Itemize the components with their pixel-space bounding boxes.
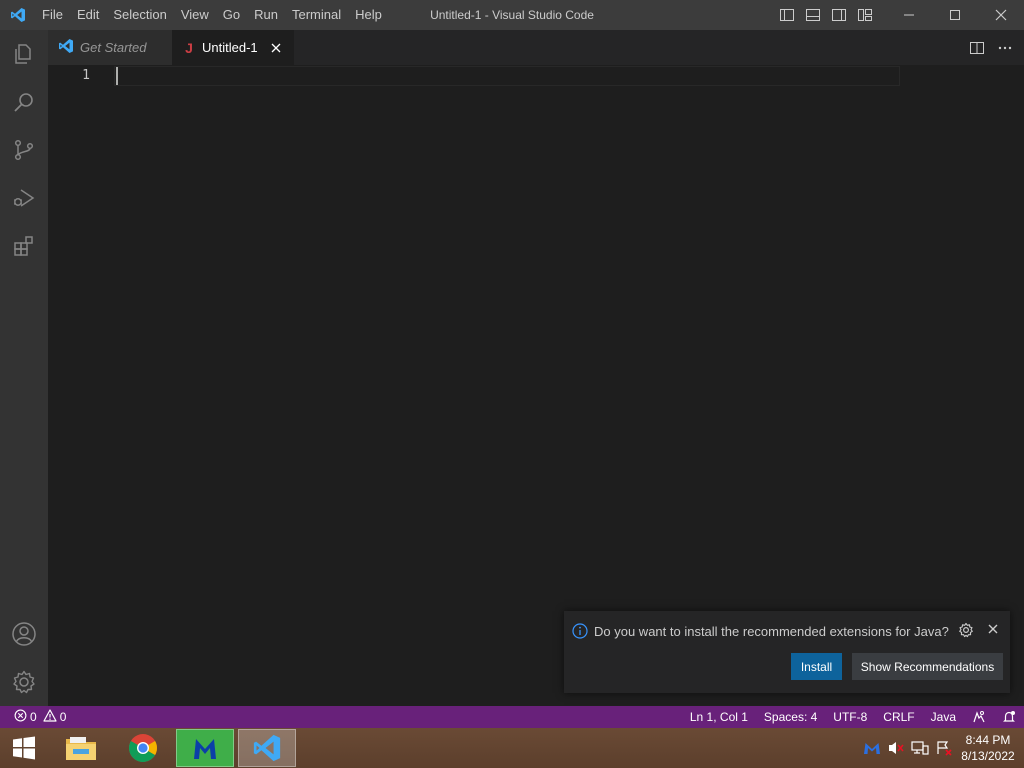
more-actions-icon[interactable] <box>994 37 1016 59</box>
menu-view[interactable]: View <box>174 0 216 30</box>
maximize-icon[interactable] <box>932 0 978 30</box>
tab-label: Untitled-1 <box>202 40 258 55</box>
clock-time: 8:44 PM <box>965 733 1011 747</box>
toggle-panel-icon[interactable] <box>800 0 826 30</box>
encoding[interactable]: UTF-8 <box>825 706 875 728</box>
search-icon[interactable] <box>0 78 48 126</box>
vscode-logo-icon <box>58 38 74 57</box>
warning-count: 0 <box>59 710 67 724</box>
title-bar: File Edit Selection View Go Run Terminal… <box>0 0 1024 30</box>
settings-gear-icon[interactable] <box>0 658 48 706</box>
indentation[interactable]: Spaces: 4 <box>756 706 825 728</box>
install-button[interactable]: Install <box>791 653 842 680</box>
customize-layout-icon[interactable] <box>852 0 878 30</box>
run-debug-icon[interactable] <box>0 174 48 222</box>
notifications-bell-icon[interactable] <box>994 706 1024 728</box>
action-center-flag-icon[interactable] <box>932 728 956 768</box>
volume-muted-icon[interactable] <box>884 728 908 768</box>
taskbar-clock[interactable]: 8:44 PM 8/13/2022 <box>956 732 1020 764</box>
explorer-icon[interactable] <box>0 30 48 78</box>
menu-terminal[interactable]: Terminal <box>285 0 348 30</box>
current-line-highlight <box>114 66 900 86</box>
clock-date: 8/13/2022 <box>961 749 1015 763</box>
warning-icon <box>43 709 57 725</box>
close-icon[interactable] <box>268 40 284 56</box>
close-icon[interactable] <box>986 622 1000 639</box>
accounts-icon[interactable] <box>0 610 48 658</box>
tab-untitled-1[interactable]: J Untitled-1 <box>172 30 294 65</box>
toggle-primary-sidebar-icon[interactable] <box>774 0 800 30</box>
malwarebytes-icon[interactable] <box>176 729 234 767</box>
toggle-secondary-sidebar-icon[interactable] <box>826 0 852 30</box>
end-of-line[interactable]: CRLF <box>875 706 922 728</box>
malwarebytes-tray-icon[interactable] <box>860 728 884 768</box>
file-explorer-icon[interactable] <box>52 729 110 767</box>
tab-label: Get Started <box>80 40 147 55</box>
menu-bar: File Edit Selection View Go Run Terminal… <box>35 0 389 30</box>
vscode-taskbar-icon[interactable] <box>238 729 296 767</box>
cursor-position[interactable]: Ln 1, Col 1 <box>682 706 756 728</box>
notification-toast: Do you want to install the recommended e… <box>564 611 1010 693</box>
tab-get-started[interactable]: Get Started <box>48 30 172 65</box>
menu-edit[interactable]: Edit <box>70 0 106 30</box>
editor-area[interactable]: 1 <box>48 65 1024 706</box>
notification-message: Do you want to install the recommended e… <box>594 624 949 639</box>
status-bar: 0 0 Ln 1, Col 1 Spaces: 4 UTF-8 CRLF Jav… <box>0 706 1024 728</box>
chrome-icon[interactable] <box>114 729 172 767</box>
source-control-icon[interactable] <box>0 126 48 174</box>
menu-selection[interactable]: Selection <box>106 0 173 30</box>
show-recommendations-button[interactable]: Show Recommendations <box>852 653 1003 680</box>
close-window-icon[interactable] <box>978 0 1024 30</box>
menu-help[interactable]: Help <box>348 0 389 30</box>
activity-bar <box>0 30 48 706</box>
text-cursor <box>116 67 118 85</box>
error-count: 0 <box>30 710 37 724</box>
menu-go[interactable]: Go <box>216 0 247 30</box>
feedback-icon[interactable] <box>964 706 994 728</box>
language-mode[interactable]: Java <box>923 706 964 728</box>
extensions-icon[interactable] <box>0 222 48 270</box>
network-icon[interactable] <box>908 728 932 768</box>
gear-icon[interactable] <box>958 622 974 641</box>
problems-indicator[interactable]: 0 0 <box>0 706 72 728</box>
editor-tab-bar: Get Started J Untitled-1 <box>48 30 1024 65</box>
vscode-logo-icon[interactable] <box>0 0 35 30</box>
java-file-icon: J <box>185 39 193 56</box>
menu-run[interactable]: Run <box>247 0 285 30</box>
windows-taskbar: 8:44 PM 8/13/2022 <box>0 728 1024 768</box>
error-icon <box>14 709 27 725</box>
line-number: 1 <box>82 68 90 83</box>
menu-file[interactable]: File <box>35 0 70 30</box>
split-editor-icon[interactable] <box>966 37 988 59</box>
info-icon <box>572 623 588 642</box>
windows-start-icon[interactable] <box>0 728 48 768</box>
minimize-icon[interactable] <box>886 0 932 30</box>
